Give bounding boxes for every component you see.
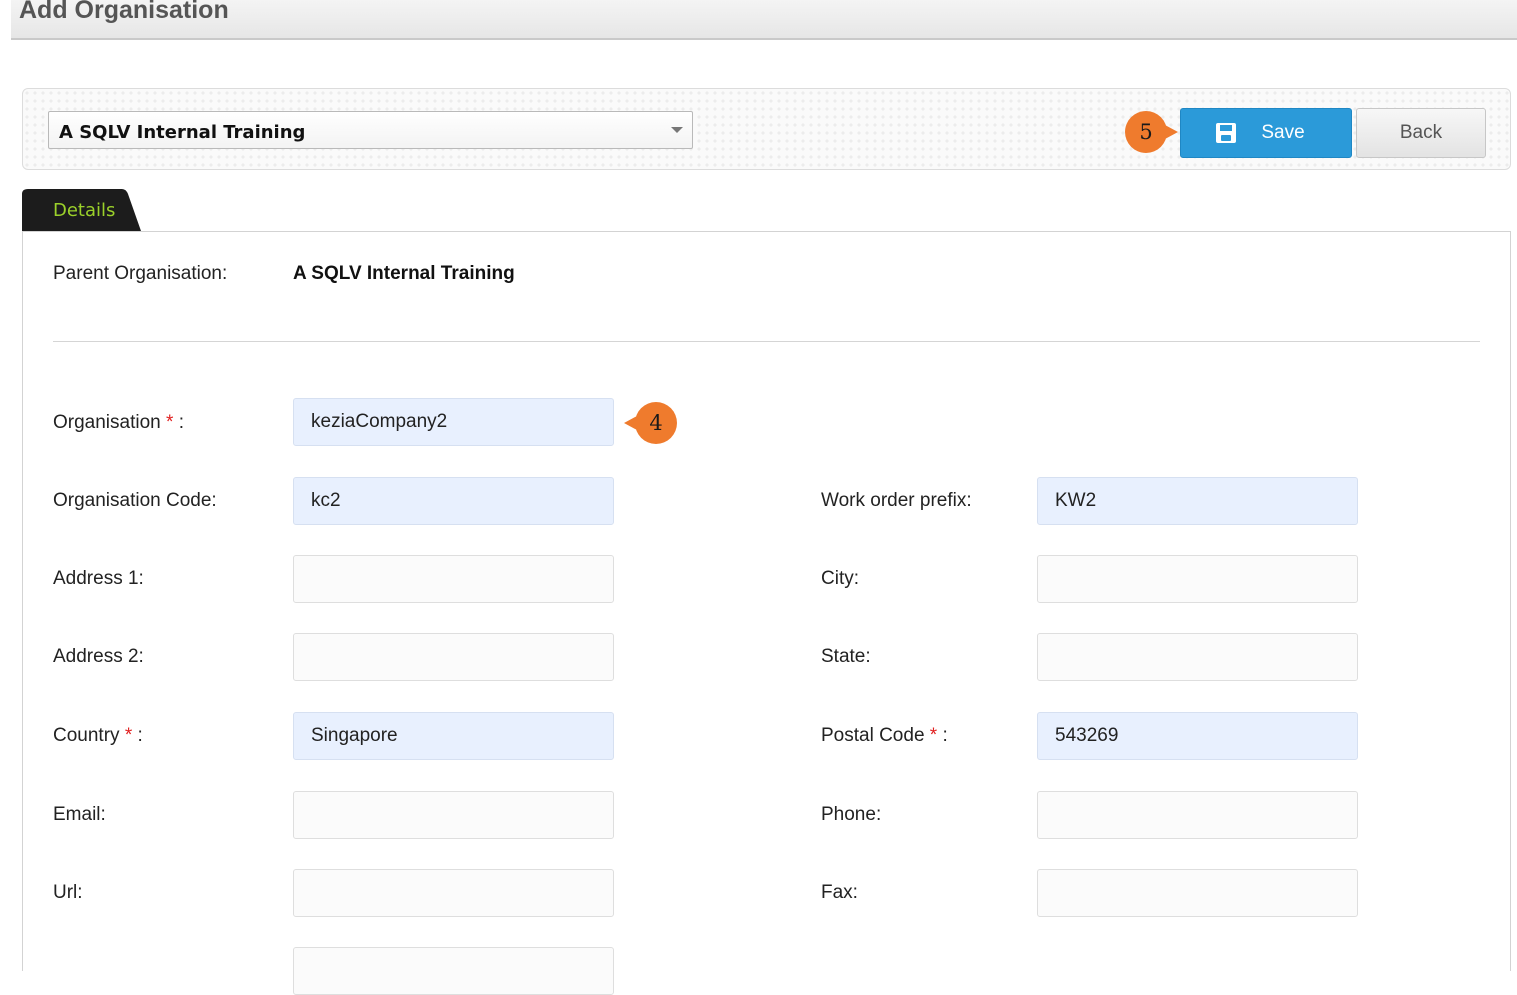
required-marker: * (124, 725, 133, 746)
email-input[interactable] (293, 791, 614, 839)
step-number: 4 (649, 411, 663, 435)
step-callout-save: 5 (1125, 111, 1178, 153)
next-field-input[interactable] (293, 947, 614, 995)
required-marker: * (929, 725, 938, 746)
fax-label: Fax: (821, 882, 858, 903)
tab-details-label: Details (53, 200, 116, 221)
step-number: 5 (1139, 120, 1153, 144)
postal-code-label: Postal Code * : (821, 725, 948, 746)
save-button[interactable]: Save (1180, 108, 1352, 158)
work-order-prefix-input[interactable] (1037, 477, 1358, 525)
callout-pointer (1165, 125, 1178, 139)
organisation-select[interactable]: A SQLV Internal Training (48, 111, 693, 149)
work-order-prefix-label: Work order prefix: (821, 490, 972, 511)
organisation-select-value: A SQLV Internal Training (59, 122, 306, 143)
address1-input[interactable] (293, 555, 614, 603)
back-button-label: Back (1399, 122, 1443, 143)
organisation-code-label: Organisation Code: (53, 490, 217, 511)
postal-code-input[interactable] (1037, 712, 1358, 760)
address1-label: Address 1: (53, 568, 144, 589)
callout-pointer (624, 416, 637, 430)
fax-input[interactable] (1037, 869, 1358, 917)
url-label: Url: (53, 882, 83, 903)
url-input[interactable] (293, 869, 614, 917)
city-label: City: (821, 568, 859, 589)
step-callout-organisation: 4 (624, 402, 677, 444)
city-input[interactable] (1037, 555, 1358, 603)
address2-input[interactable] (293, 633, 614, 681)
page-header: Add Organisation (11, 0, 1517, 40)
organisation-code-input[interactable] (293, 477, 614, 525)
required-marker: * (166, 412, 174, 433)
parent-organisation-value: A SQLV Internal Training (293, 263, 515, 284)
phone-label: Phone: (821, 804, 882, 825)
back-button[interactable]: Back (1356, 108, 1486, 158)
parent-organisation-label: Parent Organisation: (53, 263, 228, 284)
chevron-down-icon[interactable] (671, 127, 683, 133)
page-title: Add Organisation (19, 0, 229, 24)
state-input[interactable] (1037, 633, 1358, 681)
save-button-label: Save (1261, 122, 1305, 143)
email-label: Email: (53, 804, 106, 825)
phone-input[interactable] (1037, 791, 1358, 839)
floppy-disk-icon (1216, 123, 1237, 143)
tab-details[interactable]: Details (22, 188, 142, 231)
state-label: State: (821, 646, 871, 667)
organisation-input[interactable] (293, 398, 614, 446)
organisation-label: Organisation * : (53, 412, 184, 433)
address2-label: Address 2: (53, 646, 144, 667)
country-input[interactable] (293, 712, 614, 760)
divider (53, 341, 1480, 342)
country-label: Country * : (53, 725, 143, 746)
